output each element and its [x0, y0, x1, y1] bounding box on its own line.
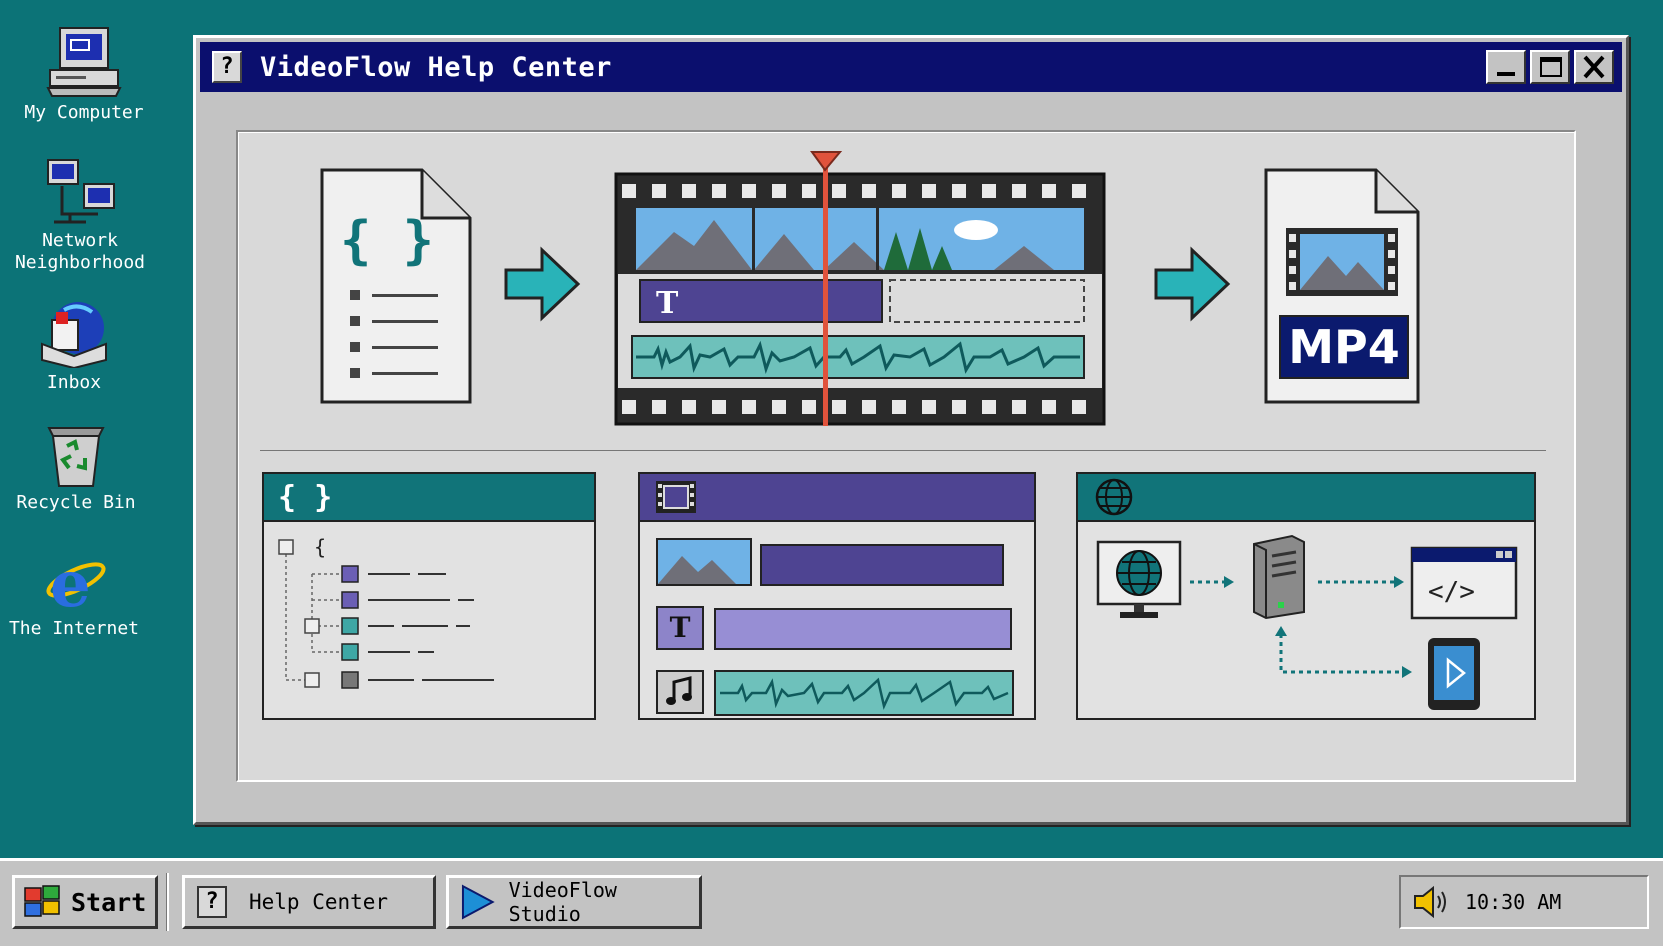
mp4-file-icon: MP4: [1262, 166, 1422, 406]
window-title: VideoFlow Help Center: [260, 51, 612, 83]
image-track-bar: [760, 544, 1004, 586]
minimize-button[interactable]: [1486, 50, 1526, 84]
title-bar[interactable]: ? VideoFlow Help Center: [200, 42, 1622, 92]
maximize-button[interactable]: [1530, 50, 1570, 84]
play-icon: [461, 884, 495, 920]
clock[interactable]: 10:30 AM: [1465, 890, 1561, 914]
arrow-right-icon: [1154, 246, 1231, 322]
phone-play-icon: [1428, 638, 1480, 710]
taskbar: Start ? Help Center VideoFlow Studio 10:…: [0, 858, 1663, 946]
json-brace-label: { }: [340, 211, 434, 271]
desktop-icon-label: Network Neighborhood: [14, 230, 146, 273]
computer-icon: [46, 27, 122, 97]
close-button[interactable]: [1574, 50, 1614, 84]
task-label: Help Center: [249, 890, 389, 914]
desktop-icon-label: Inbox: [46, 372, 102, 393]
music-note-icon: [656, 670, 704, 714]
recycle-bin-icon: [47, 427, 105, 487]
taskbar-divider: [166, 873, 169, 931]
json-document-icon: { }: [320, 168, 472, 404]
json-tree-brace: {: [314, 535, 326, 559]
json-tree-icon: {: [278, 535, 494, 689]
windows-logo-icon: [24, 885, 60, 917]
server-icon: [1253, 534, 1305, 620]
taskbar-task-help-center[interactable]: ? Help Center: [182, 875, 436, 929]
delivery-flow: </>: [1096, 534, 1518, 710]
media-panel-header: [640, 474, 1034, 522]
svg-text:e: e: [50, 547, 91, 614]
svg-text:</>: </>: [1428, 577, 1475, 607]
taskbar-task-videoflow-studio[interactable]: VideoFlow Studio: [446, 875, 702, 929]
media-tracks-panel: T: [638, 472, 1036, 720]
video-timeline-illustration: T: [614, 151, 1106, 426]
task-label: VideoFlow Studio: [508, 878, 617, 926]
json-panel-icon: { }: [278, 479, 333, 515]
monitor-globe-icon: [1096, 540, 1182, 618]
minimize-icon: [1497, 72, 1515, 76]
help-icon: ?: [197, 886, 227, 918]
delivery-panel-header: [1078, 474, 1534, 522]
desktop-icon-recycle-bin[interactable]: Recycle Bin: [0, 424, 156, 514]
maximize-icon: [1540, 57, 1562, 77]
code-window-icon: </>: [1410, 546, 1518, 620]
network-icon: [47, 159, 115, 224]
text-track-bar: [714, 608, 1012, 650]
start-label: Start: [71, 887, 147, 917]
desktop-icon-the-internet[interactable]: e The Internet: [0, 546, 154, 640]
workflow-diagram: { } T MP4 {} {T </>: [236, 130, 1576, 782]
close-icon: [1583, 55, 1605, 79]
system-tray: 10:30 AM: [1399, 875, 1649, 929]
delivery-panel: </>: [1076, 472, 1536, 720]
desktop-icon-my-computer[interactable]: My Computer: [4, 24, 164, 124]
json-structure-panel: { } {: [262, 472, 596, 720]
film-icon: [656, 481, 696, 513]
desktop-icon-network-neighborhood[interactable]: Network Neighborhood: [0, 156, 160, 274]
mp4-label: MP4: [1288, 320, 1400, 374]
desktop-icon-label: The Internet: [8, 618, 140, 639]
globe-icon: [1095, 478, 1133, 516]
text-icon: T: [656, 606, 704, 650]
audio-waveform: [714, 670, 1014, 716]
text-track-glyph: T: [656, 286, 679, 321]
help-icon: ?: [212, 51, 242, 83]
help-center-window[interactable]: ? VideoFlow Help Center { } T MP4 {} {…: [193, 35, 1629, 825]
desktop-icon-inbox[interactable]: Inbox: [0, 298, 154, 394]
internet-explorer-icon: e: [46, 547, 106, 614]
image-icon: [656, 538, 752, 586]
arrow-right-icon: [504, 246, 581, 322]
start-button[interactable]: Start: [12, 875, 158, 929]
window-content: { } T MP4 {} {T </>: [200, 96, 1622, 818]
divider: [260, 450, 1546, 451]
desktop-icon-label: My Computer: [24, 102, 144, 123]
inbox-icon: [41, 302, 107, 368]
speaker-icon[interactable]: [1411, 884, 1451, 920]
json-panel-header: { }: [264, 474, 594, 522]
desktop-icon-label: Recycle Bin: [16, 492, 136, 513]
